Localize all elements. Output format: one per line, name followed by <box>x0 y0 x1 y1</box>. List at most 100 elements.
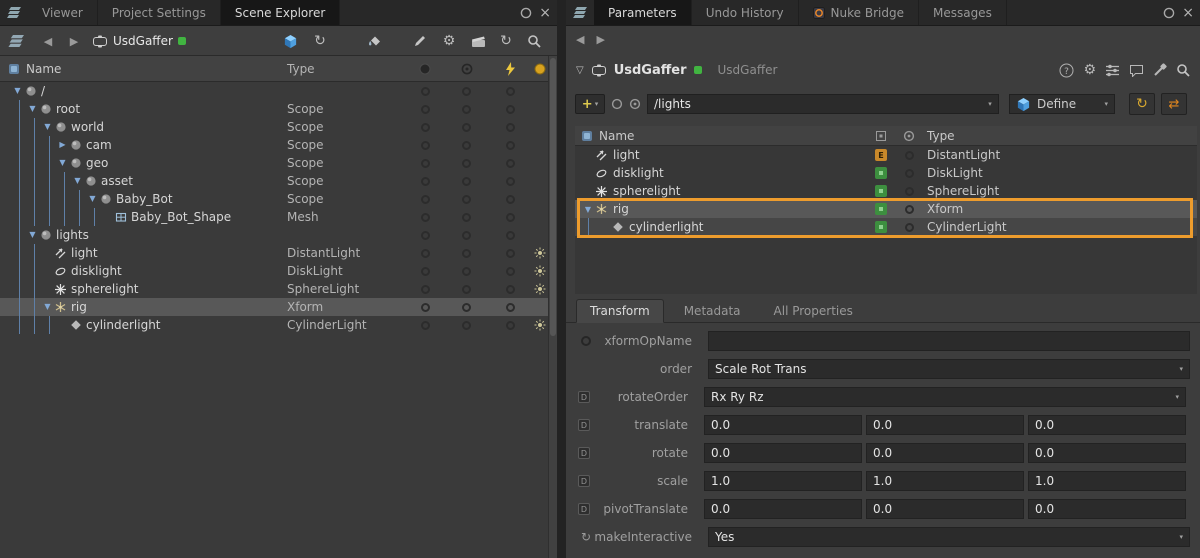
visibility-toggle[interactable] <box>421 303 430 312</box>
tree-row-geo[interactable]: ▼geoScope <box>0 154 557 172</box>
render-toggle[interactable] <box>462 123 471 132</box>
refresh-icon[interactable]: ↻ <box>494 29 518 53</box>
translate-y-input[interactable] <box>866 415 1024 435</box>
expander-open-icon[interactable]: ▼ <box>27 100 38 118</box>
follow-selection-icon[interactable] <box>611 98 623 110</box>
expander-open-icon[interactable]: ▼ <box>87 190 98 208</box>
rotate-x-input[interactable] <box>704 443 862 463</box>
tab-transform[interactable]: Transform <box>576 299 664 323</box>
light-toggle-icon[interactable] <box>534 247 546 259</box>
tree-row-cylinderlight[interactable]: cylinderlightCylinderLight <box>0 316 557 334</box>
expander-open-icon[interactable]: ▼ <box>581 205 595 214</box>
xformopname-input[interactable] <box>708 331 1190 351</box>
pivottranslate-z-input[interactable] <box>1028 499 1186 519</box>
lightning-toggle[interactable] <box>506 249 515 258</box>
help-icon[interactable]: ? <box>1059 63 1074 78</box>
tab-undo-history[interactable]: Undo History <box>692 0 799 25</box>
tab-viewer[interactable]: Viewer <box>28 0 98 25</box>
history-back-icon[interactable]: ◀ <box>576 33 584 46</box>
expander-closed-icon[interactable]: ▶ <box>57 136 68 154</box>
lightning-toggle[interactable] <box>506 267 515 276</box>
visibility-column-icon[interactable] <box>419 63 431 75</box>
render-toggle[interactable] <box>462 87 471 96</box>
tree-row-world[interactable]: ▼worldScope <box>0 118 557 136</box>
tree-row-root[interactable]: ▼/ <box>0 82 557 100</box>
tab-all-properties[interactable]: All Properties <box>761 300 866 322</box>
tree-row-rig[interactable]: ▼rigXform <box>0 298 557 316</box>
rotate-z-input[interactable] <box>1028 443 1186 463</box>
render-toggle[interactable] <box>462 321 471 330</box>
lightning-toggle[interactable] <box>506 87 515 96</box>
search-icon[interactable] <box>522 29 546 53</box>
light-toggle-icon[interactable] <box>534 283 546 295</box>
comment-icon[interactable] <box>1129 64 1144 77</box>
rotateorder-select[interactable]: Rx Ry Rz▾ <box>704 387 1186 407</box>
lightning-toggle[interactable] <box>506 177 515 186</box>
lightning-toggle[interactable] <box>506 159 515 168</box>
render-toggle[interactable] <box>462 267 471 276</box>
tree-row-lights[interactable]: ▼lights <box>0 226 557 244</box>
render-toggle[interactable] <box>462 303 471 312</box>
visibility-toggle[interactable] <box>421 105 430 114</box>
visibility-toggle[interactable] <box>421 321 430 330</box>
tree-row-cam[interactable]: ▶camScope <box>0 136 557 154</box>
visibility-toggle[interactable] <box>421 159 430 168</box>
lightning-column-icon[interactable] <box>505 62 516 76</box>
expander-open-icon[interactable]: ▼ <box>27 226 38 244</box>
light-toggle-icon[interactable] <box>534 265 546 277</box>
expander-open-icon[interactable]: ▼ <box>12 82 23 100</box>
render-toggle[interactable] <box>462 141 471 150</box>
pencil-icon[interactable] <box>408 29 432 53</box>
scale-z-input[interactable] <box>1028 471 1186 491</box>
expander-open-icon[interactable]: ▼ <box>42 298 53 316</box>
panel-divider[interactable] <box>557 0 566 558</box>
visibility-toggle[interactable] <box>421 141 430 150</box>
tree-row-asset[interactable]: ▼assetScope <box>0 172 557 190</box>
translate-z-input[interactable] <box>1028 415 1186 435</box>
expander-open-icon[interactable]: ▼ <box>57 154 68 172</box>
chevron-down-icon[interactable]: ▾ <box>982 100 998 108</box>
pivottranslate-y-input[interactable] <box>866 499 1024 519</box>
usd-cube-icon[interactable] <box>278 29 302 53</box>
sliders-icon[interactable] <box>1105 64 1120 77</box>
panel-menu-icon[interactable] <box>566 0 594 25</box>
history-forward-icon[interactable]: ▶ <box>596 33 604 46</box>
lightning-toggle[interactable] <box>506 105 515 114</box>
pin-location-icon[interactable] <box>629 98 641 110</box>
tree-row-root[interactable]: ▼rootScope <box>0 100 557 118</box>
tab-messages[interactable]: Messages <box>919 0 1007 25</box>
makeinteractive-select[interactable]: Yes▾ <box>708 527 1190 547</box>
type-toggle[interactable] <box>905 205 914 214</box>
lightning-toggle[interactable] <box>506 321 515 330</box>
lightning-toggle[interactable] <box>506 195 515 204</box>
history-back-icon[interactable]: ◀ <box>36 29 60 53</box>
tree-row-baby-bot-shape[interactable]: Baby_Bot_ShapeMesh <box>0 208 557 226</box>
type-toggle[interactable] <box>905 223 914 232</box>
collapse-toggle-icon[interactable]: ▽ <box>576 65 584 76</box>
visibility-toggle[interactable] <box>421 285 430 294</box>
tab-nuke-bridge[interactable]: Nuke Bridge <box>799 0 919 25</box>
render-toggle[interactable] <box>462 159 471 168</box>
scale-x-input[interactable] <box>704 471 862 491</box>
visibility-toggle[interactable] <box>421 231 430 240</box>
layers-icon[interactable] <box>4 29 28 53</box>
visibility-toggle[interactable] <box>421 87 430 96</box>
lightning-toggle[interactable] <box>506 285 515 294</box>
visibility-toggle[interactable] <box>421 213 430 222</box>
prim-path-input[interactable] <box>648 97 982 111</box>
scale-y-input[interactable] <box>866 471 1024 491</box>
lightning-toggle[interactable] <box>506 303 515 312</box>
prim-row-disklight[interactable]: disklightDiskLight <box>575 164 1197 182</box>
type-toggle[interactable] <box>905 151 914 160</box>
scrollbar-thumb[interactable] <box>550 58 556 336</box>
tree-row-spherelight[interactable]: spherelightSphereLight <box>0 280 557 298</box>
node-breadcrumb[interactable]: UsdGaffer <box>92 29 186 53</box>
detach-panel-icon[interactable] <box>520 7 532 19</box>
lightning-toggle[interactable] <box>506 123 515 132</box>
close-icon[interactable]: × <box>539 6 551 20</box>
type-toggle[interactable] <box>905 187 914 196</box>
visibility-toggle[interactable] <box>421 177 430 186</box>
tab-parameters[interactable]: Parameters <box>594 0 692 25</box>
tab-metadata[interactable]: Metadata <box>671 300 754 322</box>
gear-icon[interactable]: ⚙ <box>1083 62 1096 78</box>
